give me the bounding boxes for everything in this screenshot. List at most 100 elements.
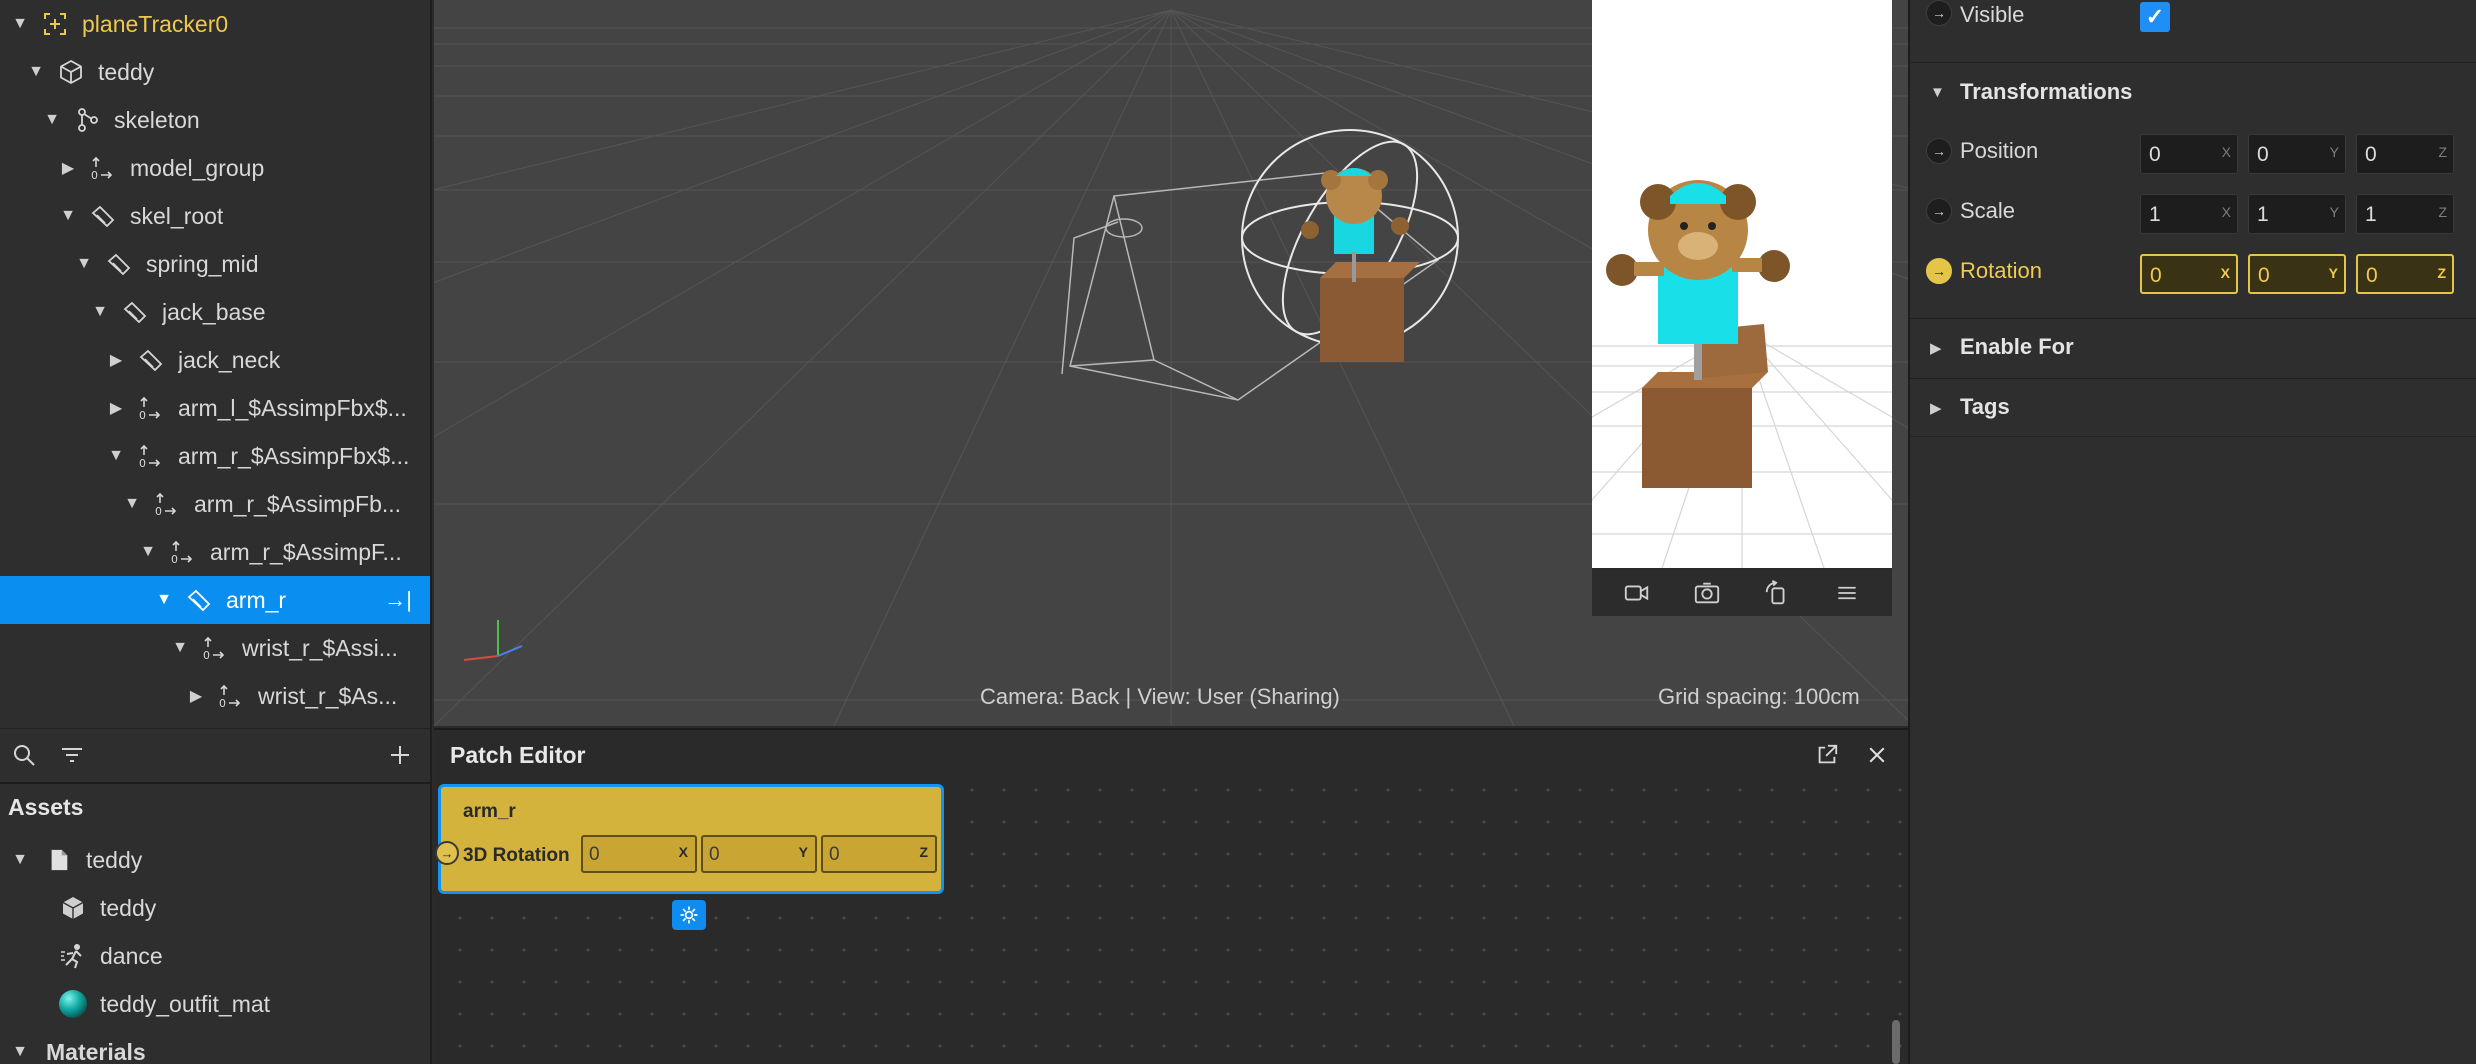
field-value: 0 [2149, 143, 2161, 166]
tree-item-label: teddy [98, 58, 155, 85]
simulator-screen[interactable] [1592, 0, 1892, 568]
chevron-down-icon[interactable]: ▼ [42, 110, 62, 130]
chevron-right-icon[interactable]: ▶ [186, 686, 206, 706]
rotation-y-field[interactable]: 0 Y [701, 835, 817, 873]
skeleton-icon [72, 105, 102, 135]
rotation-x-field[interactable]: 0X [2140, 254, 2238, 294]
chevron-down-icon[interactable]: ▼ [106, 446, 126, 466]
menu-icon[interactable] [1831, 577, 1863, 609]
scale-x-field[interactable]: 1X [2140, 194, 2238, 234]
pin-to-patch-icon[interactable]: →| [384, 587, 412, 613]
tree-item-label: skeleton [114, 106, 200, 133]
rotation-row: → Rotation 0X 0Y 0Z [1910, 242, 2476, 302]
chevron-down-icon[interactable]: ▼ [10, 14, 30, 34]
chevron-right-icon[interactable]: ▶ [1930, 399, 1942, 417]
connect-arrow-icon[interactable]: → [1926, 258, 1952, 284]
materials-label: Materials [46, 1038, 146, 1064]
rotation-y-field[interactable]: 0Y [2248, 254, 2346, 294]
tree-item-wrist-r-1[interactable]: ▼ 0 wrist_r_$Assi... [0, 624, 430, 672]
chevron-down-icon[interactable]: ▼ [170, 638, 190, 658]
chevron-down-icon[interactable]: ▼ [10, 1042, 30, 1062]
tree-item-arm-r[interactable]: ▼ arm_r →| [0, 576, 430, 624]
field-value: 0 [2150, 264, 2162, 287]
tree-item-arm-r-fbx-3[interactable]: ▼ 0 arm_r_$AssimpF... [0, 528, 430, 576]
asset-item-teddy-file[interactable]: ▼ teddy [0, 836, 430, 884]
chevron-right-icon[interactable]: ▶ [1930, 339, 1942, 357]
tree-item-skeleton[interactable]: ▼ skeleton [0, 96, 430, 144]
video-camera-icon[interactable] [1621, 577, 1653, 609]
position-z-field[interactable]: 0Z [2356, 134, 2454, 174]
asset-item-teddy-model[interactable]: teddy [0, 884, 430, 932]
scale-y-field[interactable]: 1Y [2248, 194, 2346, 234]
tree-item-teddy[interactable]: ▼ teddy [0, 48, 430, 96]
tree-item-arm-l[interactable]: ▶ 0 arm_l_$AssimpFbx$... [0, 384, 430, 432]
patch-editor[interactable]: Patch Editor arm_r → 3D Rotation 0 X 0 Y… [434, 728, 1908, 1064]
chevron-down-icon[interactable]: ▼ [74, 254, 94, 274]
tree-item-arm-r-fbx-1[interactable]: ▼ 0 arm_r_$AssimpFbx$... [0, 432, 430, 480]
patch-node-arm-r[interactable]: arm_r → 3D Rotation 0 X 0 Y 0 Z [435, 784, 944, 894]
enable-for-section[interactable]: ▶ Enable For [1910, 318, 2476, 374]
tree-item-jack-base[interactable]: ▼ jack_base [0, 288, 430, 336]
tree-item-model-group[interactable]: ▶ 0 model_group [0, 144, 430, 192]
asset-item-label: dance [100, 942, 163, 969]
tree-item-planetracker[interactable]: ▼ planeTracker0 [0, 0, 430, 48]
chevron-right-icon[interactable]: ▶ [106, 350, 126, 370]
joint-icon [184, 585, 214, 615]
device-simulator[interactable] [1592, 0, 1892, 616]
chevron-down-icon[interactable]: ▼ [1930, 84, 1945, 101]
chevron-down-icon[interactable]: ▼ [26, 62, 46, 82]
tree-item-wrist-r-2[interactable]: ▶ 0 wrist_r_$As... [0, 672, 430, 720]
search-icon[interactable] [10, 741, 38, 769]
tree-item-spring-mid[interactable]: ▼ spring_mid [0, 240, 430, 288]
asset-item-materials[interactable]: ▼ Materials [0, 1028, 430, 1064]
visible-row: → Visible ✓ [1910, 0, 2476, 60]
chevron-down-icon[interactable]: ▼ [122, 494, 142, 514]
filter-icon[interactable] [58, 741, 86, 769]
asset-item-teddy-outfit-mat[interactable]: teddy_outfit_mat [0, 980, 430, 1028]
connect-arrow-icon[interactable]: → [1926, 138, 1952, 164]
close-icon[interactable] [1864, 742, 1890, 768]
position-y-field[interactable]: 0Y [2248, 134, 2346, 174]
connect-arrow-icon[interactable]: → [1926, 0, 1952, 26]
rotate-device-icon[interactable] [1761, 577, 1793, 609]
tree-item-label: arm_l_$AssimpFbx$... [178, 394, 407, 421]
tree-item-jack-neck[interactable]: ▶ jack_neck [0, 336, 430, 384]
position-x-field[interactable]: 0X [2140, 134, 2238, 174]
flip-camera-icon[interactable] [1691, 577, 1723, 609]
tree-item-label: arm_r [226, 586, 287, 613]
input-port-icon[interactable]: → [435, 841, 459, 865]
asset-item-dance[interactable]: dance [0, 932, 430, 980]
chevron-right-icon[interactable]: ▶ [106, 398, 126, 418]
chevron-down-icon[interactable]: ▼ [10, 850, 30, 870]
patch-editor-title: Patch Editor [450, 742, 586, 768]
open-external-icon[interactable] [1814, 742, 1840, 768]
chevron-right-icon[interactable]: ▶ [58, 158, 78, 178]
field-value: 0 [709, 844, 720, 865]
camera-status: Camera: Back | View: User (Sharing) [980, 684, 1340, 709]
scale-z-field[interactable]: 1Z [2356, 194, 2454, 234]
chevron-down-icon[interactable]: ▼ [90, 302, 110, 322]
svg-text:0: 0 [203, 649, 210, 661]
null-object-icon: 0 [216, 681, 246, 711]
position-label: Position [1960, 138, 2039, 163]
chevron-down-icon[interactable]: ▼ [138, 542, 158, 562]
asset-item-label: teddy [86, 846, 143, 873]
visible-checkbox[interactable]: ✓ [2140, 2, 2170, 32]
rotation-z-field[interactable]: 0Z [2356, 254, 2454, 294]
chevron-down-icon[interactable]: ▼ [58, 206, 78, 226]
tree-item-skel-root[interactable]: ▼ skel_root [0, 192, 430, 240]
rotation-z-field[interactable]: 0 Z [821, 835, 937, 873]
tags-section[interactable]: ▶ Tags [1910, 378, 2476, 434]
axis-label: Z [2438, 204, 2447, 220]
inspector-panel: → Visible ✓ ▼ Transformations → Position… [1908, 0, 2476, 1064]
connect-arrow-icon[interactable]: → [1926, 198, 1952, 224]
chevron-down-icon[interactable]: ▼ [154, 590, 174, 610]
add-icon[interactable] [386, 741, 414, 769]
settings-gear-icon[interactable] [672, 900, 706, 930]
rotation-x-field[interactable]: 0 X [581, 835, 697, 873]
divider [1910, 436, 2476, 437]
patch-scrollbar[interactable] [1892, 1020, 1900, 1064]
tree-item-arm-r-fbx-2[interactable]: ▼ 0 arm_r_$AssimpFb... [0, 480, 430, 528]
transformations-section[interactable]: ▼ Transformations [1910, 64, 2476, 120]
joint-icon [136, 345, 166, 375]
